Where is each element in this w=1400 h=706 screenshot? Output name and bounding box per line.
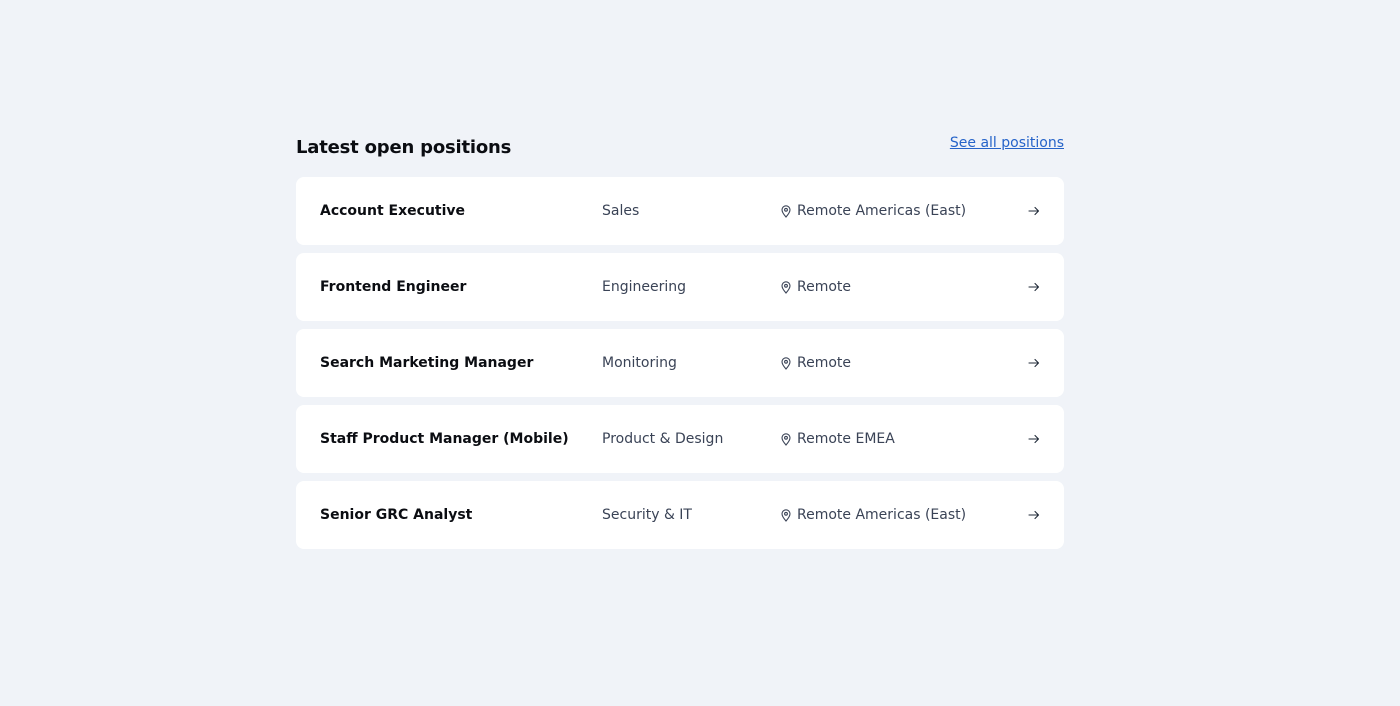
- arrow-right-icon: [1028, 510, 1040, 520]
- position-location: Remote: [781, 279, 851, 295]
- position-title: Staff Product Manager (Mobile): [320, 431, 569, 447]
- map-pin-icon: [781, 280, 791, 294]
- arrow-right-icon: [1028, 282, 1040, 292]
- map-pin-icon: [781, 432, 791, 446]
- position-location-label: Remote EMEA: [797, 431, 895, 447]
- arrow-right-icon: [1028, 434, 1040, 444]
- see-all-positions-link[interactable]: See all positions: [950, 135, 1064, 151]
- open-positions-section: Latest open positions See all positions …: [296, 132, 1064, 549]
- position-row[interactable]: Staff Product Manager (Mobile) Product &…: [296, 405, 1064, 473]
- position-department: Security & IT: [602, 507, 692, 523]
- position-row[interactable]: Frontend Engineer Engineering Remote: [296, 253, 1064, 321]
- arrow-right-icon: [1028, 358, 1040, 368]
- position-title: Search Marketing Manager: [320, 355, 534, 371]
- map-pin-icon: [781, 356, 791, 370]
- position-department: Product & Design: [602, 431, 724, 447]
- positions-list: Account Executive Sales Remote Americas …: [296, 177, 1064, 549]
- position-row[interactable]: Senior GRC Analyst Security & IT Remote …: [296, 481, 1064, 549]
- position-location-label: Remote Americas (East): [797, 203, 967, 219]
- position-title: Senior GRC Analyst: [320, 507, 473, 523]
- map-pin-icon: [781, 204, 791, 218]
- position-location: Remote EMEA: [781, 431, 895, 447]
- position-location: Remote: [781, 355, 851, 371]
- section-header: Latest open positions See all positions: [296, 132, 1064, 177]
- position-title: Frontend Engineer: [320, 279, 467, 295]
- position-location: Remote Americas (East): [781, 507, 966, 523]
- section-title: Latest open positions: [296, 137, 512, 158]
- position-location-label: Remote: [797, 279, 852, 295]
- position-row[interactable]: Search Marketing Manager Monitoring Remo…: [296, 329, 1064, 397]
- position-department: Engineering: [602, 279, 686, 295]
- position-location-label: Remote: [797, 355, 852, 371]
- position-department: Monitoring: [602, 355, 677, 371]
- position-location: Remote Americas (East): [781, 203, 966, 219]
- map-pin-icon: [781, 508, 791, 522]
- arrow-right-icon: [1028, 206, 1040, 216]
- position-title: Account Executive: [320, 203, 466, 219]
- position-row[interactable]: Account Executive Sales Remote Americas …: [296, 177, 1064, 245]
- position-location-label: Remote Americas (East): [797, 507, 967, 523]
- position-department: Sales: [602, 203, 640, 219]
